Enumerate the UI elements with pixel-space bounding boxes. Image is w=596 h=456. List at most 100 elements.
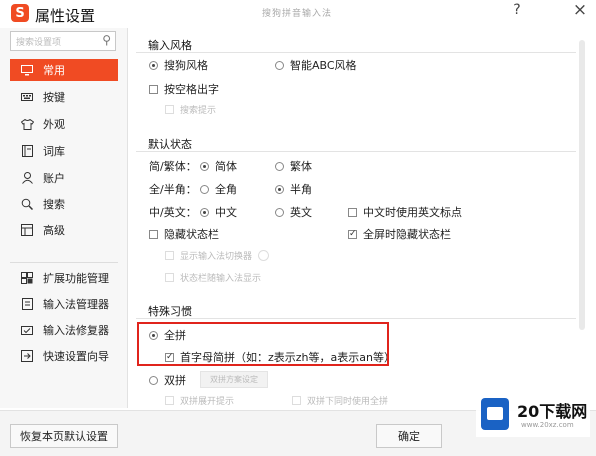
traditional-radio[interactable]: 繁体 bbox=[275, 158, 312, 174]
input-style-heading: 输入风格 bbox=[148, 39, 192, 52]
user-icon bbox=[20, 171, 34, 185]
monitor-icon bbox=[20, 63, 34, 77]
layers-icon bbox=[20, 223, 34, 237]
help-button[interactable]: ? bbox=[507, 2, 527, 18]
shuangpin-hint-option: 双拼展开提示 bbox=[165, 394, 234, 407]
option-label: 智能ABC风格 bbox=[290, 59, 357, 72]
checkbox-disabled-icon bbox=[165, 105, 174, 114]
checkbox-disabled-icon bbox=[292, 396, 301, 405]
option-label: 英文 bbox=[290, 206, 312, 219]
info-icon bbox=[258, 250, 270, 261]
radio-selected-icon bbox=[149, 60, 158, 70]
sidebar-item-label: 外观 bbox=[43, 118, 65, 131]
sidebar-item-label: 账户 bbox=[43, 172, 65, 185]
option-label: 中文时使用英文标点 bbox=[363, 206, 462, 219]
abc-style-radio[interactable]: 智能ABC风格 bbox=[275, 57, 357, 73]
default-state-heading: 默认状态 bbox=[148, 138, 192, 151]
radio-icon bbox=[275, 60, 284, 70]
radio-icon bbox=[149, 375, 158, 385]
sidebar-tool-manager[interactable]: 输入法管理器 bbox=[10, 293, 118, 315]
checkbox-disabled-icon bbox=[165, 273, 174, 282]
status-follow-option: 状态栏随输入法显示 bbox=[165, 271, 261, 284]
show-switcher-option: 显示输入法切换器 bbox=[165, 249, 270, 262]
sidebar-item-label: 常用 bbox=[43, 64, 65, 77]
checkbox-checked-icon: ✓ bbox=[348, 228, 357, 239]
manager-icon bbox=[20, 297, 34, 311]
option-label: 搜索提示 bbox=[180, 106, 217, 116]
option-label: 隐藏状态栏 bbox=[164, 228, 219, 241]
watermark-url: www.20xz.com bbox=[521, 421, 574, 429]
sidebar-item-label: 快速设置向导 bbox=[43, 350, 109, 363]
radio-icon bbox=[275, 161, 284, 171]
ok-button[interactable]: 确定 bbox=[376, 424, 442, 448]
shirt-icon bbox=[20, 117, 34, 131]
section-divider bbox=[136, 318, 576, 319]
simplified-radio[interactable]: 简体 bbox=[200, 158, 237, 174]
radio-selected-icon bbox=[275, 184, 284, 194]
sidebar-item-account[interactable]: 账户 bbox=[10, 167, 118, 189]
watermark-logo-icon bbox=[481, 398, 509, 430]
option-label: 简体 bbox=[215, 160, 237, 173]
english-radio[interactable]: 英文 bbox=[275, 204, 312, 220]
sidebar-item-label: 输入法修复器 bbox=[43, 324, 109, 337]
sidebar-item-label: 输入法管理器 bbox=[43, 298, 109, 311]
sidebar-tool-repair[interactable]: 输入法修复器 bbox=[10, 319, 118, 341]
restore-defaults-button[interactable]: 恢复本页默认设置 bbox=[10, 424, 118, 448]
extension-icon bbox=[20, 271, 34, 285]
option-label: 搜狗风格 bbox=[164, 59, 208, 72]
fullscreen-hide-status-checkbox[interactable]: ✓ 全屏时隐藏状态栏 bbox=[348, 226, 451, 242]
keyboard-icon bbox=[20, 90, 34, 104]
scrollbar-thumb[interactable] bbox=[579, 40, 585, 330]
sidebar-tool-extension[interactable]: 扩展功能管理 bbox=[10, 267, 118, 289]
section-divider bbox=[136, 52, 576, 53]
book-icon bbox=[20, 144, 34, 158]
checkbox-icon bbox=[149, 84, 158, 94]
highlight-box bbox=[137, 322, 389, 366]
sidebar-tool-wizard[interactable]: 快速设置向导 bbox=[10, 345, 118, 367]
cn-en-punct-checkbox[interactable]: 中文时使用英文标点 bbox=[348, 204, 462, 220]
chinese-radio[interactable]: 中文 bbox=[200, 204, 237, 220]
width-label: 全/半角： bbox=[149, 183, 197, 196]
half-width-radio[interactable]: 半角 bbox=[275, 181, 312, 197]
option-label: 繁体 bbox=[290, 160, 312, 173]
checkbox-icon bbox=[348, 207, 357, 217]
sidebar-search-input[interactable]: 搜索设置项 ⚲ bbox=[10, 31, 116, 51]
search-icon: ⚲ bbox=[102, 33, 111, 47]
shuangpin-scheme-button[interactable]: 双拼方案设定 bbox=[200, 371, 268, 388]
sidebar-item-label: 扩展功能管理 bbox=[43, 272, 109, 285]
repair-icon bbox=[20, 323, 34, 337]
sidebar-item-dictionary[interactable]: 词库 bbox=[10, 140, 118, 162]
sidebar-item-label: 按键 bbox=[43, 91, 65, 104]
full-width-radio[interactable]: 全角 bbox=[200, 181, 237, 197]
wizard-icon bbox=[20, 349, 34, 363]
hide-status-bar-checkbox[interactable]: 隐藏状态栏 bbox=[149, 226, 219, 242]
search-icon bbox=[20, 197, 34, 211]
sidebar-item-label: 词库 bbox=[43, 145, 65, 158]
watermark-brand: 20下载网 bbox=[517, 402, 588, 421]
sidebar-item-appearance[interactable]: 外观 bbox=[10, 113, 118, 135]
radio-selected-icon bbox=[200, 161, 209, 171]
sogou-style-radio[interactable]: 搜狗风格 bbox=[149, 57, 208, 73]
sidebar-item-common[interactable]: 常用 bbox=[10, 59, 118, 81]
option-label: 按空格出字 bbox=[164, 83, 219, 96]
sidebar-item-keys[interactable]: 按键 bbox=[10, 86, 118, 108]
sidebar-item-label: 高级 bbox=[43, 224, 65, 237]
special-habits-heading: 特殊习惯 bbox=[148, 305, 192, 318]
space-output-checkbox[interactable]: 按空格出字 bbox=[149, 81, 219, 97]
sidebar-item-advanced[interactable]: 高级 bbox=[10, 219, 118, 241]
option-label: 双拼展开提示 bbox=[180, 397, 235, 407]
radio-selected-icon bbox=[200, 207, 209, 217]
simp-trad-label: 简/繁体： bbox=[149, 160, 197, 173]
option-label: 全屏时隐藏状态栏 bbox=[363, 228, 451, 241]
sidebar-divider bbox=[10, 262, 118, 263]
lang-label: 中/英文： bbox=[149, 206, 197, 219]
sidebar-item-search[interactable]: 搜索 bbox=[10, 193, 118, 215]
checkbox-disabled-icon bbox=[165, 251, 174, 260]
shuangpin-radio[interactable]: 双拼 bbox=[149, 372, 186, 388]
radio-icon bbox=[200, 184, 209, 194]
search-placeholder: 搜索设置项 bbox=[16, 38, 62, 48]
option-label: 双拼下同时使用全拼 bbox=[307, 397, 389, 407]
close-button[interactable]: × bbox=[570, 0, 590, 20]
sidebar-item-label: 搜索 bbox=[43, 198, 65, 211]
window-subtitle: 搜狗拼音输入法 bbox=[262, 9, 333, 19]
